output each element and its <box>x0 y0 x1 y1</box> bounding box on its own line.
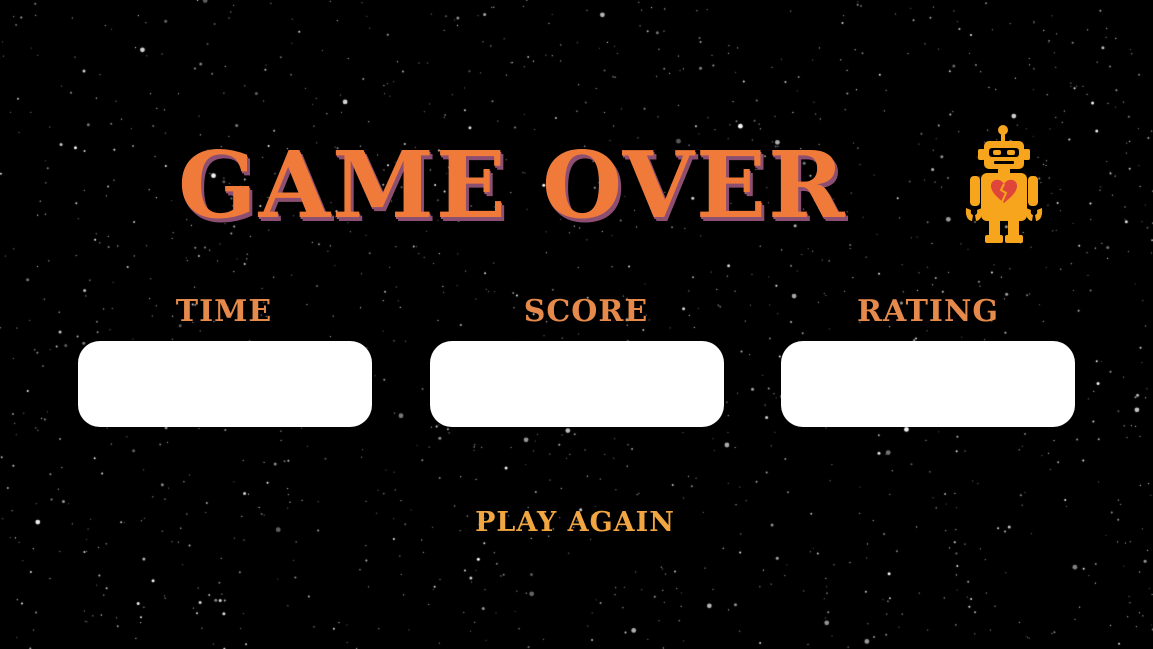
rating-label: RATING <box>857 294 999 329</box>
time-label: TIME <box>175 294 273 329</box>
score-value-box <box>430 341 724 427</box>
time-value-box <box>78 341 372 427</box>
broken-heart-robot-icon <box>960 122 1050 246</box>
score-label: SCORE <box>523 294 649 329</box>
play-again-button[interactable]: PLAY AGAIN <box>440 503 710 543</box>
game-over-title: GAME OVER <box>178 131 847 239</box>
rating-value-box <box>781 341 1075 427</box>
